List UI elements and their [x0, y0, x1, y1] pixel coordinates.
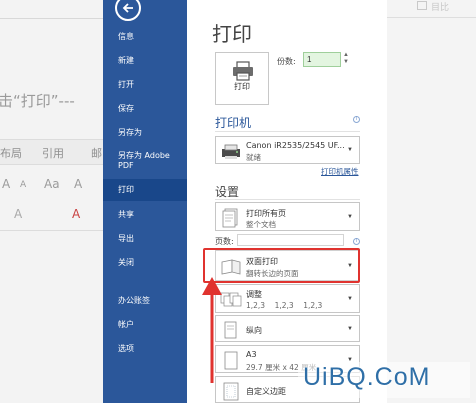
- print-range-title: 打印所有页: [246, 209, 286, 218]
- nav-info[interactable]: 信息: [103, 31, 187, 42]
- page-title: 打印: [212, 22, 252, 46]
- window-icon: [417, 1, 427, 10]
- printer-device-icon: [222, 144, 240, 159]
- nav-new[interactable]: 新建: [103, 55, 187, 66]
- orientation-dropdown[interactable]: 纵向 ▼: [215, 315, 360, 342]
- collate-dropdown[interactable]: 调整 1,2,3 1,2,3 1,2,3 ▼: [215, 284, 360, 313]
- printer-info-icon[interactable]: i: [353, 116, 360, 123]
- nav-close[interactable]: 关闭: [103, 257, 187, 268]
- doc-body-text: 击“打印”---: [0, 92, 75, 110]
- pages-icon: [222, 208, 238, 228]
- chevron-down-icon: ▼: [347, 214, 353, 220]
- document-background: 击“打印”--- 布局 引用 邮 A A Aa A A A: [0, 0, 103, 403]
- paper-size-title: A3: [246, 350, 257, 359]
- right-fade-area: 目比: [387, 0, 476, 403]
- printer-name: Canon iR2535/2545 UF...: [246, 141, 345, 150]
- clear-format-icon: A: [74, 177, 83, 191]
- print-range-subtitle: 整个文档: [246, 220, 276, 229]
- nav-open[interactable]: 打开: [103, 79, 187, 90]
- ribbon-bottom-rule: [0, 230, 103, 231]
- right-fade-rule: [387, 17, 476, 18]
- text-effect-icon: A: [14, 207, 23, 221]
- printer-dropdown[interactable]: Canon iR2535/2545 UF... 就绪 ▼: [215, 136, 360, 164]
- back-arrow-icon[interactable]: [115, 0, 141, 21]
- chevron-down-icon: ▼: [347, 326, 353, 332]
- printer-status: 就绪: [246, 153, 261, 162]
- spin-up-icon[interactable]: ▲: [343, 52, 349, 58]
- nav-account[interactable]: 帐户: [103, 319, 187, 330]
- margins-title: 自定义边距: [246, 387, 286, 396]
- right-fade-text: 目比: [431, 3, 450, 13]
- copies-label: 份数:: [277, 57, 296, 66]
- print-range-dropdown[interactable]: 打印所有页 整个文档 ▼: [215, 202, 360, 231]
- print-button-label: 打印: [234, 82, 250, 91]
- nav-share[interactable]: 共享: [103, 209, 187, 220]
- print-button[interactable]: 打印: [215, 52, 269, 105]
- font-grow-icon: A: [2, 177, 11, 191]
- spin-down-icon[interactable]: ▼: [343, 59, 349, 65]
- watermark-text: UiBQ.CoM: [303, 363, 431, 391]
- pages-label: 页数:: [215, 237, 234, 246]
- settings-rule: [215, 199, 360, 200]
- nav-save[interactable]: 保存: [103, 103, 187, 114]
- chevron-down-icon: ▼: [347, 296, 353, 302]
- backstage-sidebar: 信息 新建 打开 保存 另存为 另存为 Adobe PDF 打印 共享 导出 关…: [103, 0, 187, 403]
- ribbon-tab-references: 引用: [42, 147, 64, 160]
- print-panel: 打印 打印 份数: 1 ▲ ▼ 打印机 i Canon iR2535/2545 …: [187, 0, 387, 403]
- ribbon-tab-mail: 邮: [91, 147, 102, 160]
- collate-subtitle: 1,2,3 1,2,3 1,2,3: [246, 301, 323, 310]
- orientation-title: 纵向: [246, 326, 262, 335]
- ribbon-tab-layout: 布局: [0, 147, 22, 160]
- collate-title: 调整: [246, 290, 262, 299]
- change-case-icon: Aa: [44, 177, 60, 191]
- printer-rule: [215, 131, 360, 132]
- red-arrow-icon: [202, 277, 222, 383]
- font-shrink-icon: A: [20, 180, 27, 190]
- printer-properties-link[interactable]: 打印机属性: [321, 166, 359, 177]
- nav-save-as-pdf[interactable]: 另存为 Adobe PDF: [103, 151, 187, 171]
- pages-input[interactable]: [237, 234, 344, 246]
- nav-office-sign[interactable]: 办公账签: [103, 295, 187, 306]
- font-color-icon: A: [72, 207, 81, 221]
- chevron-down-icon: ▼: [347, 147, 353, 153]
- nav-print[interactable]: 打印: [103, 179, 187, 201]
- copies-input[interactable]: 1: [303, 52, 341, 67]
- pages-info-icon[interactable]: i: [353, 238, 360, 245]
- nav-options[interactable]: 选项: [103, 343, 187, 354]
- copies-spinner[interactable]: ▲ ▼: [343, 52, 349, 66]
- printer-icon: [233, 61, 253, 81]
- settings-heading: 设置: [215, 185, 240, 199]
- nav-export[interactable]: 导出: [103, 233, 187, 244]
- doc-top-rule: [0, 18, 103, 19]
- margins-icon: [223, 382, 239, 401]
- printer-heading: 打印机: [215, 116, 252, 130]
- nav-save-as[interactable]: 另存为: [103, 127, 187, 138]
